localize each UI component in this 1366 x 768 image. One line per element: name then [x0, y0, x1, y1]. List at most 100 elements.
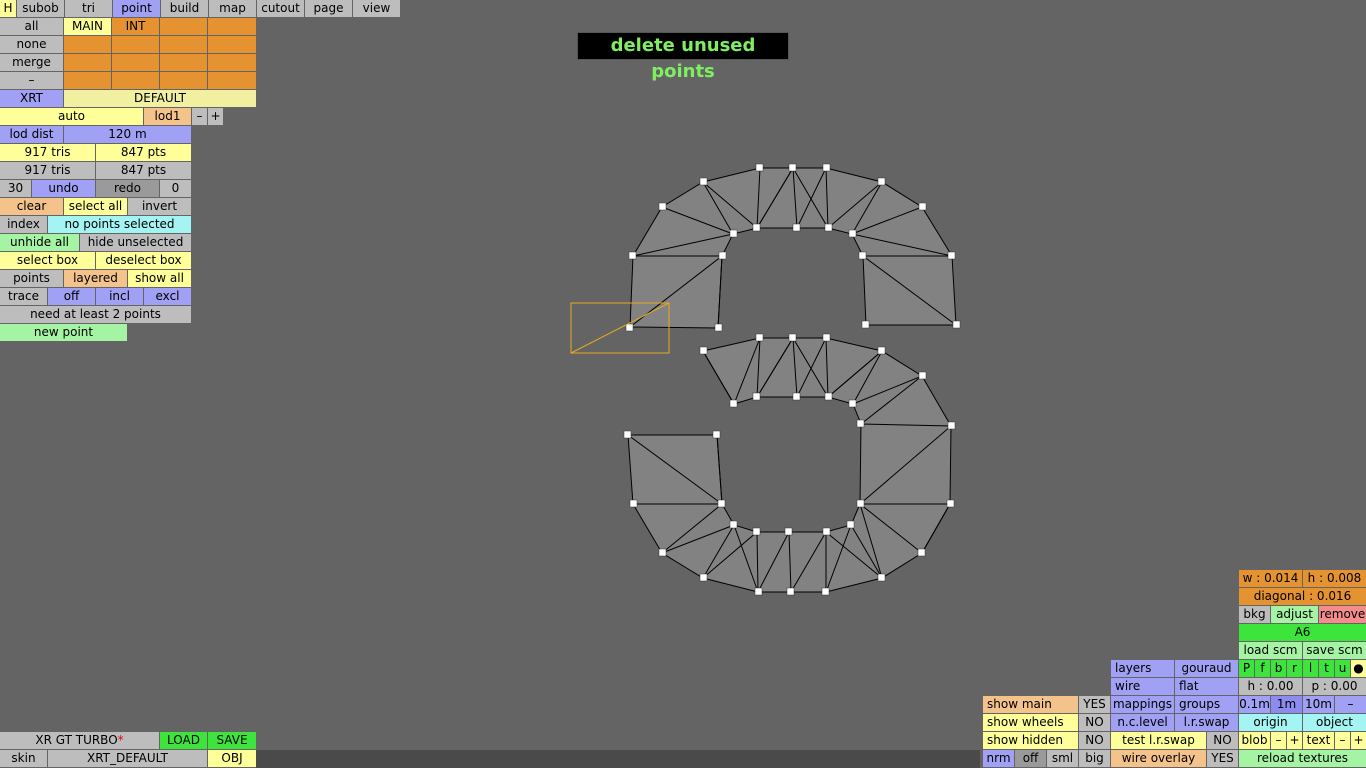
- reload-textures-button[interactable]: reload textures: [1239, 750, 1366, 767]
- step-dash-button[interactable]: –: [1335, 696, 1366, 713]
- points-button[interactable]: points: [0, 270, 63, 287]
- off-button[interactable]: off: [1015, 750, 1046, 767]
- groups-button[interactable]: groups: [1175, 696, 1238, 713]
- menu-tri[interactable]: tri: [65, 0, 112, 17]
- trace-excl-button[interactable]: excl: [144, 288, 191, 305]
- view-b-button[interactable]: b: [1271, 660, 1286, 677]
- sel-slot[interactable]: [160, 18, 207, 35]
- lrswap-button[interactable]: l.r.swap: [1175, 714, 1238, 731]
- trace-off-button[interactable]: off: [48, 288, 95, 305]
- show-main-button[interactable]: show main: [983, 696, 1078, 713]
- load-button[interactable]: LOAD: [160, 732, 207, 749]
- lod-dist-value[interactable]: 120 m: [64, 126, 191, 143]
- show-wheels-button[interactable]: show wheels: [983, 714, 1078, 731]
- sel-slot[interactable]: [112, 36, 159, 53]
- text-minus-button[interactable]: –: [1335, 732, 1350, 749]
- view-r-button[interactable]: r: [1287, 660, 1302, 677]
- mappings-button[interactable]: mappings: [1111, 696, 1174, 713]
- sel-slot[interactable]: [112, 54, 159, 71]
- bkg-button[interactable]: bkg: [1239, 606, 1270, 623]
- blob-minus-button[interactable]: –: [1271, 732, 1286, 749]
- show-hidden-value[interactable]: NO: [1079, 732, 1110, 749]
- step-10-button[interactable]: 10m: [1303, 696, 1334, 713]
- nclevel-button[interactable]: n.c.level: [1111, 714, 1174, 731]
- big-button[interactable]: big: [1079, 750, 1110, 767]
- select-box-button[interactable]: select box: [0, 252, 95, 269]
- new-point-button[interactable]: new point: [0, 324, 127, 341]
- redo-button[interactable]: redo: [96, 180, 159, 197]
- text-button[interactable]: text: [1303, 732, 1334, 749]
- show-main-value[interactable]: YES: [1079, 696, 1110, 713]
- sel-slot[interactable]: [208, 18, 256, 35]
- clear-button[interactable]: clear: [0, 198, 63, 215]
- test-lrswap-button[interactable]: test l.r.swap: [1111, 732, 1206, 749]
- sel-none-button[interactable]: none: [0, 36, 63, 53]
- sel-slot[interactable]: [208, 36, 256, 53]
- obj-button[interactable]: OBJ: [208, 750, 256, 767]
- menu-view[interactable]: view: [353, 0, 400, 17]
- sel-slot[interactable]: [208, 54, 256, 71]
- skin-button[interactable]: skin: [0, 750, 47, 767]
- view-t-button[interactable]: t: [1319, 660, 1334, 677]
- lod1-button[interactable]: lod1: [144, 108, 191, 125]
- step-1-button[interactable]: 1m: [1271, 696, 1302, 713]
- view-u-button[interactable]: u: [1335, 660, 1350, 677]
- view-f-button[interactable]: f: [1255, 660, 1270, 677]
- blob-button[interactable]: blob: [1239, 732, 1270, 749]
- undo-button[interactable]: undo: [32, 180, 95, 197]
- view-l-button[interactable]: l: [1303, 660, 1318, 677]
- origin-button[interactable]: origin: [1239, 714, 1302, 731]
- show-all-button[interactable]: show all: [128, 270, 191, 287]
- adjust-button[interactable]: adjust: [1271, 606, 1318, 623]
- view-p-button[interactable]: P: [1239, 660, 1254, 677]
- select-all-button[interactable]: select all: [64, 198, 127, 215]
- sel-slot[interactable]: [64, 54, 111, 71]
- paper-size-button[interactable]: A6: [1239, 624, 1366, 641]
- sel-main-button[interactable]: MAIN: [64, 18, 111, 35]
- sel-slot[interactable]: [64, 36, 111, 53]
- sel-all-button[interactable]: all: [0, 18, 63, 35]
- skin-name[interactable]: XRT_DEFAULT: [48, 750, 207, 767]
- menu-subob[interactable]: subob: [17, 0, 64, 17]
- car-name[interactable]: XR GT TURBO*: [0, 732, 159, 749]
- lod-plus-button[interactable]: +: [208, 108, 223, 125]
- sel-slot[interactable]: [64, 72, 111, 89]
- layers-button[interactable]: layers: [1111, 660, 1174, 677]
- sml-button[interactable]: sml: [1047, 750, 1078, 767]
- save-button[interactable]: SAVE: [208, 732, 256, 749]
- step-01-button[interactable]: 0.1m: [1239, 696, 1270, 713]
- flat-button[interactable]: flat: [1175, 678, 1238, 695]
- wire-overlay-button[interactable]: wire overlay: [1111, 750, 1206, 767]
- wire-overlay-value[interactable]: YES: [1207, 750, 1238, 767]
- hide-unselected-button[interactable]: hide unselected: [80, 234, 191, 251]
- wire-button[interactable]: wire: [1111, 678, 1174, 695]
- lod-minus-button[interactable]: –: [192, 108, 207, 125]
- invert-button[interactable]: invert: [128, 198, 191, 215]
- save-scm-button[interactable]: save scm: [1303, 642, 1366, 659]
- object-button[interactable]: object: [1303, 714, 1366, 731]
- sel-slot[interactable]: [160, 36, 207, 53]
- sel-int-button[interactable]: INT: [112, 18, 159, 35]
- blob-plus-button[interactable]: +: [1287, 732, 1302, 749]
- menu-point[interactable]: point: [113, 0, 160, 17]
- show-hidden-button[interactable]: show hidden: [983, 732, 1078, 749]
- trace-button[interactable]: trace: [0, 288, 47, 305]
- unhide-all-button[interactable]: unhide all: [0, 234, 79, 251]
- menu-page[interactable]: page: [305, 0, 352, 17]
- sel-slot[interactable]: [160, 72, 207, 89]
- layered-button[interactable]: layered: [64, 270, 127, 287]
- sel-slot[interactable]: [160, 54, 207, 71]
- sel-merge-button[interactable]: merge: [0, 54, 63, 71]
- xrt-button[interactable]: XRT: [0, 90, 63, 107]
- default-button[interactable]: DEFAULT: [64, 90, 256, 107]
- sel-slot[interactable]: [112, 72, 159, 89]
- menu-cutout[interactable]: cutout: [257, 0, 304, 17]
- remove-button[interactable]: remove: [1319, 606, 1366, 623]
- deselect-box-button[interactable]: deselect box: [96, 252, 191, 269]
- index-button[interactable]: index: [0, 216, 47, 233]
- dot-icon[interactable]: ●: [1351, 660, 1366, 677]
- gouraud-button[interactable]: gouraud: [1175, 660, 1238, 677]
- nrm-button[interactable]: nrm: [983, 750, 1014, 767]
- menu-build[interactable]: build: [161, 0, 208, 17]
- show-wheels-value[interactable]: NO: [1079, 714, 1110, 731]
